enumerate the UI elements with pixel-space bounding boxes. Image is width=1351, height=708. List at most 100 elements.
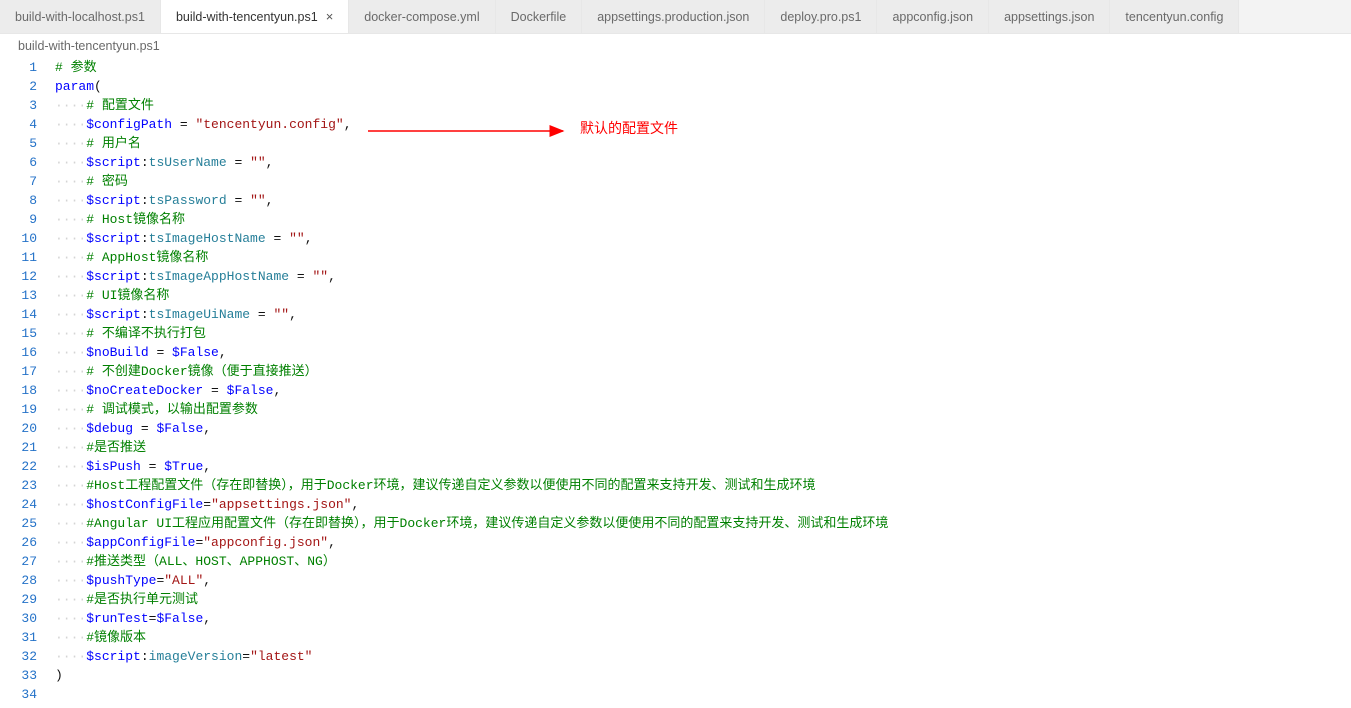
code-token: ( (94, 79, 102, 94)
code-line[interactable]: ····#Angular UI工程应用配置文件（存在即替换），用于Docker环… (55, 514, 1351, 533)
code-line[interactable]: ····# 用户名 (55, 134, 1351, 153)
code-token: # AppHost镜像名称 (86, 250, 208, 265)
code-token: = (266, 231, 289, 246)
code-line[interactable]: # 参数 (55, 58, 1351, 77)
code-token: $noCreateDocker (86, 383, 203, 398)
tab-6[interactable]: appconfig.json (877, 0, 989, 33)
tab-8[interactable]: tencentyun.config (1110, 0, 1239, 33)
code-line[interactable] (55, 685, 1351, 704)
code-token: , (344, 117, 352, 132)
code-token: $False (227, 383, 274, 398)
code-line[interactable]: ····$script:tsImageUiName = "", (55, 305, 1351, 324)
tab-label: docker-compose.yml (364, 10, 479, 24)
code-token: $False (156, 611, 203, 626)
code-line[interactable]: ····# 不编译不执行打包 (55, 324, 1351, 343)
code-line[interactable]: ····$noCreateDocker = $False, (55, 381, 1351, 400)
code-line[interactable]: ····$script:tsUserName = "", (55, 153, 1351, 172)
indent-guide: ···· (55, 592, 86, 607)
indent-guide: ···· (55, 364, 86, 379)
code-token: , (203, 573, 211, 588)
code-token: $configPath (86, 117, 172, 132)
line-number: 27 (0, 552, 37, 571)
code-line[interactable]: ····# Host镜像名称 (55, 210, 1351, 229)
line-number: 20 (0, 419, 37, 438)
code-token: "" (250, 193, 266, 208)
line-number: 9 (0, 210, 37, 229)
code-token: $isPush (86, 459, 141, 474)
code-line[interactable]: ····#Host工程配置文件（存在即替换），用于Docker环境，建议传递自定… (55, 476, 1351, 495)
indent-guide: ···· (55, 421, 86, 436)
breadcrumb: build-with-tencentyun.ps1 (0, 34, 1351, 57)
code-line[interactable]: ····#是否推送 (55, 438, 1351, 457)
code-line[interactable]: ····$debug = $False, (55, 419, 1351, 438)
tab-0[interactable]: build-with-localhost.ps1 (0, 0, 161, 33)
line-number: 23 (0, 476, 37, 495)
code-area[interactable]: # 参数param(····# 配置文件····$configPath = "t… (55, 57, 1351, 705)
code-line[interactable]: ····#镜像版本 (55, 628, 1351, 647)
code-token: "" (312, 269, 328, 284)
code-line[interactable]: ····$appConfigFile="appconfig.json", (55, 533, 1351, 552)
code-line[interactable]: ····$script:imageVersion="latest" (55, 647, 1351, 666)
code-token: = (203, 497, 211, 512)
tab-5[interactable]: deploy.pro.ps1 (765, 0, 877, 33)
code-line[interactable]: ) (55, 666, 1351, 685)
code-token: tsImageAppHostName (149, 269, 289, 284)
line-number: 1 (0, 58, 37, 77)
indent-guide: ···· (55, 98, 86, 113)
code-token: $script (86, 231, 141, 246)
code-token: "" (273, 307, 289, 322)
code-token: , (203, 421, 211, 436)
tab-2[interactable]: docker-compose.yml (349, 0, 495, 33)
code-line[interactable]: ····# 不创建Docker镜像（便于直接推送） (55, 362, 1351, 381)
code-token: $False (156, 421, 203, 436)
code-token: = (203, 383, 226, 398)
code-line[interactable]: ····$runTest=$False, (55, 609, 1351, 628)
code-line[interactable]: ····$isPush = $True, (55, 457, 1351, 476)
code-line[interactable]: ····#推送类型（ALL、HOST、APPHOST、NG） (55, 552, 1351, 571)
code-token: tsImageUiName (149, 307, 250, 322)
code-line[interactable]: ····#是否执行单元测试 (55, 590, 1351, 609)
tab-label: Dockerfile (511, 10, 567, 24)
indent-guide: ···· (55, 554, 86, 569)
code-line[interactable]: ····# 配置文件 (55, 96, 1351, 115)
code-token: = (250, 307, 273, 322)
line-number: 29 (0, 590, 37, 609)
code-token: = (227, 155, 250, 170)
code-line[interactable]: ····$noBuild = $False, (55, 343, 1351, 362)
code-token: : (141, 193, 149, 208)
tab-4[interactable]: appsettings.production.json (582, 0, 765, 33)
code-line[interactable]: ····$configPath = "tencentyun.config", (55, 115, 1351, 134)
code-line[interactable]: ····$script:tsImageAppHostName = "", (55, 267, 1351, 286)
code-line[interactable]: ····# 调试模式，以输出配置参数 (55, 400, 1351, 419)
code-token: : (141, 231, 149, 246)
tab-1[interactable]: build-with-tencentyun.ps1× (161, 0, 349, 33)
editor[interactable]: 1234567891011121314151617181920212223242… (0, 57, 1351, 705)
code-token: $script (86, 269, 141, 284)
close-icon[interactable]: × (326, 9, 334, 24)
code-token: # Host镜像名称 (86, 212, 185, 227)
code-line[interactable]: param( (55, 77, 1351, 96)
tab-7[interactable]: appsettings.json (989, 0, 1110, 33)
code-line[interactable]: ····$pushType="ALL", (55, 571, 1351, 590)
code-line[interactable]: ····$hostConfigFile="appsettings.json", (55, 495, 1351, 514)
code-token: : (141, 649, 149, 664)
annotation-arrow (368, 121, 578, 141)
code-token: $runTest (86, 611, 148, 626)
code-line[interactable]: ····# 密码 (55, 172, 1351, 191)
line-number: 22 (0, 457, 37, 476)
code-line[interactable]: ····# AppHost镜像名称 (55, 248, 1351, 267)
indent-guide: ···· (55, 516, 86, 531)
code-token: $debug (86, 421, 133, 436)
code-line[interactable]: ····$script:tsPassword = "", (55, 191, 1351, 210)
code-line[interactable]: ····$script:tsImageHostName = "", (55, 229, 1351, 248)
code-token: : (141, 155, 149, 170)
code-token: , (266, 155, 274, 170)
code-token: , (328, 535, 336, 550)
code-line[interactable]: ····# UI镜像名称 (55, 286, 1351, 305)
line-number: 5 (0, 134, 37, 153)
line-number: 32 (0, 647, 37, 666)
code-token: = (133, 421, 156, 436)
line-number: 17 (0, 362, 37, 381)
code-token: $True (164, 459, 203, 474)
tab-3[interactable]: Dockerfile (496, 0, 583, 33)
